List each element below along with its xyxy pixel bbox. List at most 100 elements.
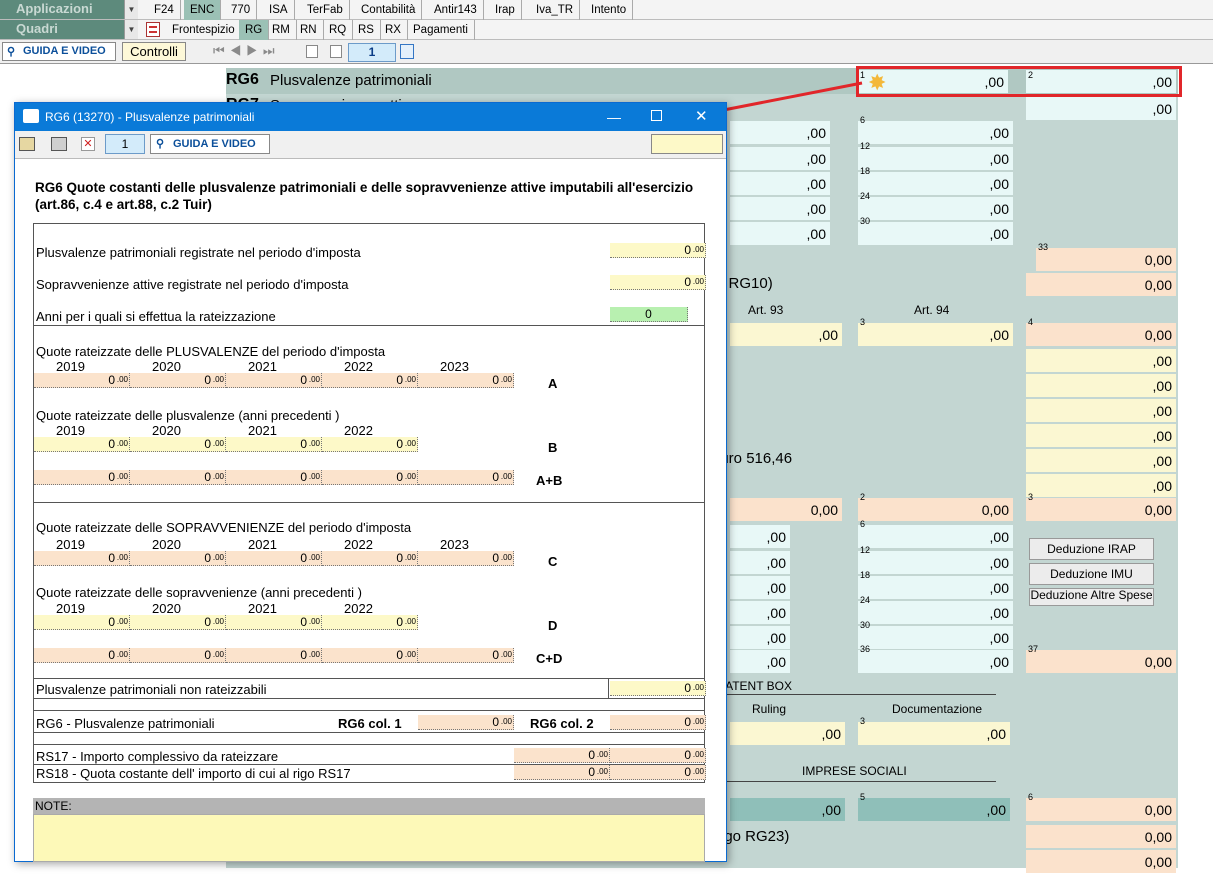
bg-field[interactable]: ,00	[1026, 424, 1176, 447]
ab-2019-field[interactable]: 0.00	[34, 470, 130, 485]
tab-irap[interactable]: Irap	[489, 0, 522, 20]
d-2019-field[interactable]: 0.00	[34, 615, 130, 630]
cd-2021-field[interactable]: 0.00	[226, 648, 322, 663]
rs17-col2-field[interactable]: 0.00	[610, 748, 706, 763]
tab-contabilita[interactable]: Contabilità	[355, 0, 423, 20]
dialog-page-field[interactable]: 1	[105, 134, 145, 154]
d-2022-field[interactable]: 0.00	[322, 615, 418, 630]
tab-intento[interactable]: Intento	[585, 0, 634, 20]
tab-frontespizio[interactable]: Frontespizio	[166, 20, 242, 40]
deduzione-imu-button[interactable]: Deduzione IMU	[1029, 563, 1154, 585]
chevron-down-icon[interactable]: ▼	[124, 20, 138, 39]
delete-page-icon[interactable]	[330, 45, 342, 58]
cd-2022-field[interactable]: 0.00	[322, 648, 418, 663]
bg-field[interactable]: 2 0,00	[858, 492, 1013, 521]
minimize-icon[interactable]: —	[607, 103, 621, 131]
sopr-field[interactable]: 0.00	[610, 275, 706, 290]
b-2020-field[interactable]: 0.00	[130, 437, 226, 452]
bg-field[interactable]: 6,00	[858, 115, 1013, 144]
rg7-field[interactable]: ,00	[1026, 97, 1176, 120]
bg-field[interactable]: 24,00	[858, 595, 1013, 624]
a-2021-field[interactable]: 0.00	[226, 373, 322, 388]
b-2021-field[interactable]: 0.00	[226, 437, 322, 452]
cd-2023-field[interactable]: 0.00	[418, 648, 514, 663]
tab-rx[interactable]: RX	[379, 20, 408, 40]
ab-2023-field[interactable]: 0.00	[418, 470, 514, 485]
bg-field[interactable]: 30,00	[858, 620, 1013, 649]
tab-isa[interactable]: ISA	[263, 0, 295, 20]
bg-field[interactable]: 4 0,00	[1026, 317, 1176, 346]
ab-2021-field[interactable]: 0.00	[226, 470, 322, 485]
bg-field[interactable]: ,00	[1026, 349, 1176, 372]
c-2023-field[interactable]: 0.00	[418, 551, 514, 566]
anni-field[interactable]: 0	[610, 307, 688, 322]
a-2019-field[interactable]: 0.00	[34, 373, 130, 388]
exit-icon[interactable]	[19, 137, 35, 151]
tab-rm[interactable]: RM	[266, 20, 297, 40]
bg-field[interactable]: ,00	[1026, 374, 1176, 397]
bg-field[interactable]: 0,00	[1026, 273, 1176, 296]
bg-field[interactable]: ,00	[730, 576, 790, 599]
rg6-col2-value[interactable]: 0.00	[610, 715, 706, 730]
tab-enc[interactable]: ENC	[184, 0, 222, 20]
c-2022-field[interactable]: 0.00	[322, 551, 418, 566]
bg-field[interactable]: 6 0,00	[1026, 792, 1176, 821]
d-2021-field[interactable]: 0.00	[226, 615, 322, 630]
bg-field[interactable]: ,00	[1026, 399, 1176, 422]
cd-2019-field[interactable]: 0.00	[34, 648, 130, 663]
go-page-icon[interactable]	[400, 44, 414, 59]
bg-field[interactable]: 18,00	[858, 166, 1013, 195]
tab-iva-tr[interactable]: Iva_TR	[530, 0, 581, 20]
art93-field[interactable]: ,00	[730, 323, 842, 346]
print-icon[interactable]	[51, 137, 67, 151]
bg-field[interactable]: 6,00	[858, 519, 1013, 548]
ruling-field[interactable]: ,00	[730, 722, 845, 745]
tab-f24[interactable]: F24	[148, 0, 181, 20]
bg-field[interactable]: ,00	[730, 147, 830, 170]
tab-terfab[interactable]: TerFab	[301, 0, 350, 20]
copy-icon[interactable]	[306, 45, 318, 58]
chevron-down-icon[interactable]: ▼	[124, 0, 138, 19]
controlli-button[interactable]: Controlli	[122, 42, 186, 61]
bg-field[interactable]: ,00	[730, 222, 830, 245]
bg-field[interactable]: ,00	[730, 601, 790, 624]
rs18-col2-field[interactable]: 0.00	[610, 765, 706, 780]
tab-rn[interactable]: RN	[294, 20, 324, 40]
bg-field[interactable]: ,00	[730, 798, 845, 821]
bg-field[interactable]: 0,00	[730, 498, 842, 521]
bg-field-37[interactable]: 37 0,00	[1026, 644, 1176, 673]
maximize-icon[interactable]	[651, 110, 662, 121]
bg-field[interactable]: ,00	[730, 626, 790, 649]
dialog-guida-button[interactable]: ⚲ GUIDA E VIDEO	[150, 134, 270, 154]
close-icon[interactable]: ✕	[695, 103, 708, 131]
plus-field[interactable]: 0.00	[610, 243, 706, 258]
ab-2022-field[interactable]: 0.00	[322, 470, 418, 485]
bg-field[interactable]: ,00	[730, 650, 790, 673]
bg-field[interactable]: 12,00	[858, 141, 1013, 170]
tab-antir143[interactable]: Antir143	[428, 0, 484, 20]
bg-field[interactable]: ,00	[730, 197, 830, 220]
bg-field[interactable]: ,00	[730, 525, 790, 548]
quadri-menu[interactable]: Quadri ▼	[0, 20, 138, 39]
bg-field[interactable]: 18,00	[858, 570, 1013, 599]
bg-field[interactable]: 24,00	[858, 191, 1013, 220]
tab-rs[interactable]: RS	[352, 20, 381, 40]
note-textarea[interactable]	[33, 814, 705, 862]
bg-field[interactable]: 12,00	[858, 545, 1013, 574]
deduzione-altre-spese-button[interactable]: Deduzione Altre Spese	[1029, 588, 1154, 606]
documentazione-field[interactable]: 3,00	[858, 716, 1010, 745]
pdf-icon[interactable]	[146, 22, 160, 37]
d-2020-field[interactable]: 0.00	[130, 615, 226, 630]
bg-field[interactable]: 0,00	[1026, 825, 1176, 848]
bg-field[interactable]: 36,00	[858, 644, 1013, 673]
bg-field[interactable]: ,00	[1026, 449, 1176, 472]
deduzione-irap-button[interactable]: Deduzione IRAP	[1029, 538, 1154, 560]
applicazioni-menu[interactable]: Applicazioni ▼	[0, 0, 138, 19]
a-2022-field[interactable]: 0.00	[322, 373, 418, 388]
page-number-field[interactable]: 1	[348, 43, 396, 62]
bg-field[interactable]: 30,00	[1026, 492, 1176, 521]
cd-2020-field[interactable]: 0.00	[130, 648, 226, 663]
c-2020-field[interactable]: 0.00	[130, 551, 226, 566]
a-2020-field[interactable]: 0.00	[130, 373, 226, 388]
bg-field[interactable]: ,00	[730, 551, 790, 574]
